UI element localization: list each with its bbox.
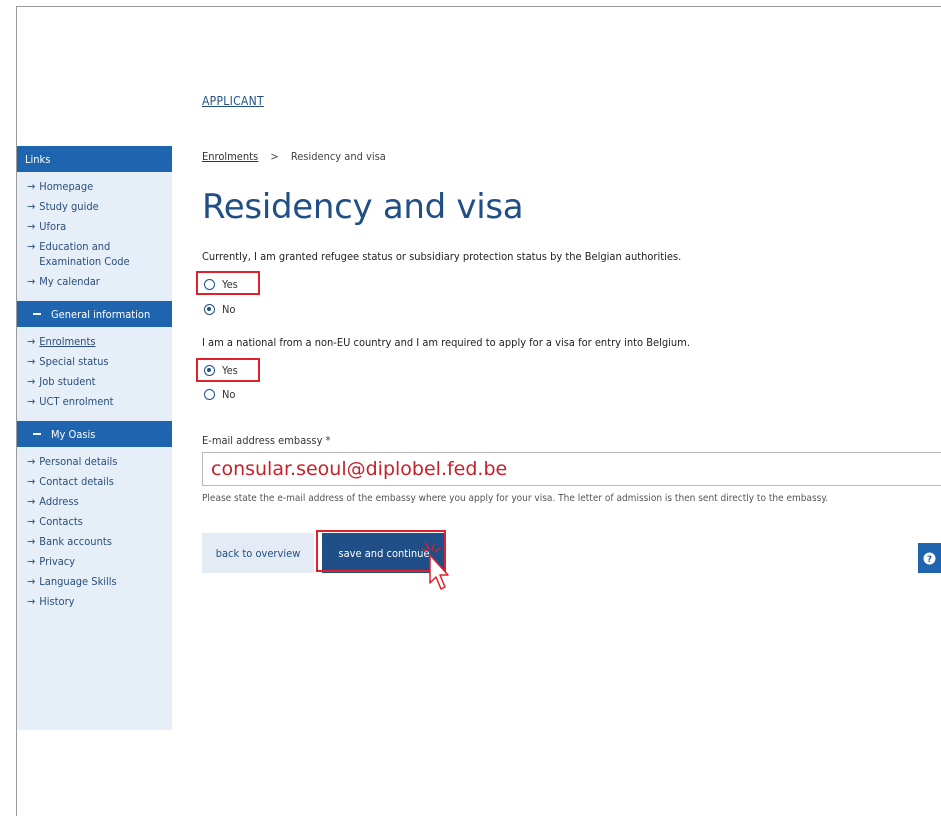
breadcrumb: Enrolments > Residency and visa — [202, 150, 386, 163]
email-embassy-input[interactable]: consular.seoul@diplobel.fed.be — [202, 452, 941, 486]
sidebar-item-label-group: Education and Examination Code — [39, 240, 130, 268]
pointer-cursor-icon — [421, 542, 449, 590]
sidebar-oasis-header[interactable]: My Oasis — [17, 421, 172, 447]
right-arrow-icon: → — [27, 375, 36, 388]
right-arrow-icon: → — [27, 475, 36, 488]
sidebar-item-special-status[interactable]: → Special status — [17, 351, 172, 371]
q2-radio-no[interactable]: No — [204, 388, 235, 401]
right-arrow-icon: → — [27, 335, 36, 348]
right-arrow-icon: → — [27, 220, 36, 233]
collapse-dash-icon — [33, 313, 41, 315]
sidebar-item-language-skills[interactable]: → Language Skills — [17, 571, 172, 591]
sidebar-general-list: → Enrolments → Special status → Job student… — [17, 327, 172, 415]
svg-text:?: ? — [927, 555, 932, 565]
back-to-overview-button[interactable]: back to overview — [202, 533, 314, 573]
sidebar-item-bank-accounts[interactable]: → Bank accounts — [17, 531, 172, 551]
sidebar-item-address[interactable]: → Address — [17, 491, 172, 511]
breadcrumb-current: Residency and visa — [290, 150, 386, 163]
collapse-dash-icon — [33, 433, 41, 435]
sidebar-oasis-list: → Personal details → Contact details → Addr… — [17, 447, 172, 615]
applicant-link[interactable]: APPLICANT — [202, 94, 264, 108]
right-arrow-icon: → — [27, 180, 36, 193]
right-arrow-icon: → — [27, 200, 36, 213]
right-arrow-icon: → — [27, 395, 36, 408]
breadcrumb-enrolments-link[interactable]: Enrolments — [202, 150, 258, 163]
radio-button[interactable] — [204, 389, 215, 400]
sidebar-item-enrolments[interactable]: → Enrolments — [17, 331, 172, 351]
sidebar-item-ufora[interactable]: → Ufora — [17, 216, 172, 236]
q1-radio-no[interactable]: No — [204, 303, 235, 316]
page-title: Residency and visa — [202, 187, 524, 227]
sidebar-item-study-guide[interactable]: → Study guide — [17, 196, 172, 216]
question-visa-required: I am a national from a non-EU country an… — [202, 336, 690, 349]
sidebar-item-job-student[interactable]: → Job student — [17, 371, 172, 391]
right-arrow-icon: → — [27, 275, 36, 288]
sidebar-item-education-examination-code[interactable]: → Education and Examination Code — [17, 236, 172, 271]
frame-border-top — [16, 6, 941, 7]
sidebar-links-header: Links — [17, 146, 172, 172]
right-arrow-icon: → — [27, 355, 36, 368]
sidebar-general-header[interactable]: General information — [17, 301, 172, 327]
highlight-box — [196, 271, 260, 295]
right-arrow-icon: → — [27, 240, 36, 253]
help-button[interactable]: ? — [918, 543, 941, 573]
sidebar-item-privacy[interactable]: → Privacy — [17, 551, 172, 571]
sidebar-item-personal-details[interactable]: → Personal details — [17, 451, 172, 471]
question-refugee-status: Currently, I am granted refugee status o… — [202, 250, 682, 263]
email-embassy-value: consular.seoul@diplobel.fed.be — [211, 458, 508, 480]
email-help-text: Please state the e-mail address of the e… — [202, 493, 829, 504]
question-mark-circle-icon: ? — [923, 552, 936, 565]
right-arrow-icon: → — [27, 515, 36, 528]
sidebar-item-history[interactable]: → History — [17, 591, 172, 611]
sidebar-item-my-calendar[interactable]: → My calendar — [17, 271, 172, 291]
radio-button-checked[interactable] — [204, 304, 215, 315]
right-arrow-icon: → — [27, 455, 36, 468]
email-embassy-label: E-mail address embassy * — [202, 434, 331, 447]
sidebar-item-contact-details[interactable]: → Contact details — [17, 471, 172, 491]
right-arrow-icon: → — [27, 595, 36, 608]
sidebar: Links → Homepage → Study guide → Ufora → Ed… — [17, 146, 172, 730]
right-arrow-icon: → — [27, 495, 36, 508]
breadcrumb-separator: > — [270, 150, 279, 163]
sidebar-item-contacts[interactable]: → Contacts — [17, 511, 172, 531]
sidebar-item-uct-enrolment[interactable]: → UCT enrolment — [17, 391, 172, 411]
right-arrow-icon: → — [27, 555, 36, 568]
highlight-box — [196, 358, 260, 382]
right-arrow-icon: → — [27, 535, 36, 548]
right-arrow-icon: → — [27, 575, 36, 588]
sidebar-item-homepage[interactable]: → Homepage — [17, 176, 172, 196]
sidebar-links-list: → Homepage → Study guide → Ufora → Educatio… — [17, 172, 172, 295]
